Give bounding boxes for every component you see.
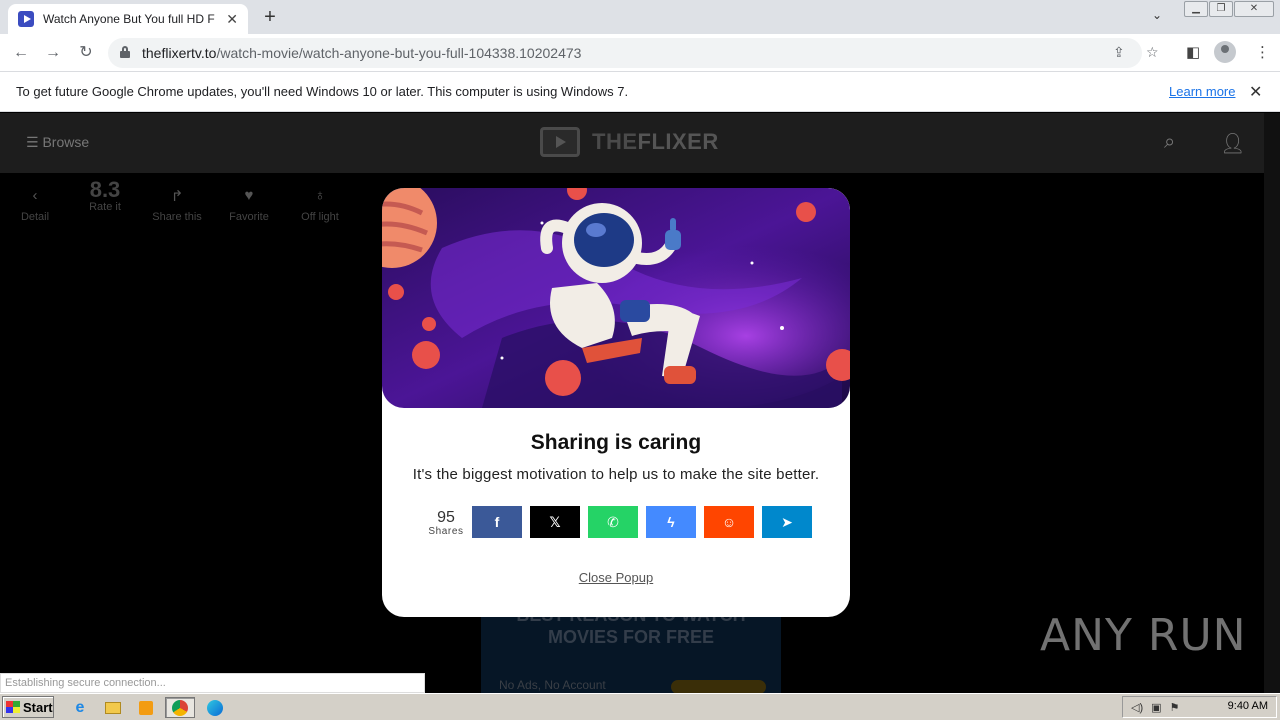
tab-search-chevron-icon[interactable]: ⌄ (1152, 8, 1162, 22)
rate-action[interactable]: 8.3 Rate it (70, 177, 140, 213)
browser-tab[interactable]: Watch Anyone But You full HD Free ✕ (8, 4, 248, 34)
taskbar-clock[interactable]: 9:40 AM (1228, 700, 1268, 712)
start-button[interactable]: Start (2, 696, 54, 718)
logo-tv-icon (540, 127, 580, 157)
telegram-share-button[interactable]: ➤ (762, 506, 812, 538)
new-tab-button[interactable]: + (258, 6, 282, 29)
popup-subtitle: It's the biggest motivation to help us t… (412, 466, 820, 483)
share-icon: ↱ (170, 188, 184, 205)
url-path: /watch-movie/watch-anyone-but-you-full-1… (216, 45, 582, 61)
minimize-button[interactable]: ▁ (1184, 1, 1208, 17)
side-panel-icon[interactable]: ◧ (1186, 43, 1200, 61)
address-bar[interactable]: theflixertv.to/watch-movie/watch-anyone-… (108, 38, 1159, 68)
astronaut-illustration (382, 188, 850, 408)
search-icon[interactable]: ⌕ (1164, 131, 1175, 154)
menu-dots-icon[interactable]: ⋮ (1255, 43, 1270, 61)
bookmark-star-icon[interactable]: ☆ (1146, 44, 1159, 61)
popup-title: Sharing is caring (530, 431, 702, 454)
site-header: ☰ Browse THEFLIXER ⌕ 👤︎ (0, 113, 1264, 173)
url-host: theflixertv.to (142, 45, 217, 61)
whatsapp-icon: ✆ (607, 513, 619, 530)
back-arrow-icon[interactable]: ← (10, 42, 32, 64)
facebook-icon: f (494, 514, 500, 530)
user-icon[interactable]: 👤︎ (1220, 131, 1245, 156)
chevron-left-icon: ‹ (32, 187, 38, 204)
browser-toolbar: ← → ↻ theflixertv.to/watch-movie/watch-a… (0, 34, 1280, 72)
share-action[interactable]: ↱ Share this (142, 187, 212, 223)
url-text: theflixertv.to/watch-movie/watch-anyone-… (142, 45, 581, 61)
share-counter: 95 Shares (426, 509, 466, 538)
lock-icon[interactable] (120, 46, 130, 58)
messenger-share-button[interactable]: ϟ (646, 506, 696, 538)
infobar-message: To get future Google Chrome updates, you… (16, 84, 629, 99)
chrome-taskbar-icon[interactable] (165, 697, 195, 718)
reload-icon[interactable]: ↻ (75, 42, 97, 64)
windows-taskbar: Start e ◁) ▣ ⚑ 9:40 AM (0, 693, 1280, 720)
status-bubble: Establishing secure connection... (0, 673, 425, 693)
network-icon[interactable]: ▣ (1151, 701, 1161, 714)
telegram-icon: ➤ (781, 513, 793, 530)
learn-more-link[interactable]: Learn more (1169, 84, 1235, 99)
off-light-action[interactable]: ♁ Off light (285, 187, 355, 223)
tab-strip: Watch Anyone But You full HD Free ✕ + ⌄ … (0, 0, 1280, 34)
reddit-share-button[interactable]: ☺ (704, 506, 754, 538)
anyrun-watermark: ANY RUN (1040, 610, 1247, 661)
ie-icon[interactable]: e (68, 697, 92, 718)
watermark-text: ANY RUN (1040, 610, 1247, 661)
rating-value: 8.3 (89, 177, 121, 202)
restore-button[interactable]: ❐ (1209, 1, 1233, 17)
promo-subtext: No Ads, No Account (499, 678, 606, 692)
start-label: Start (23, 699, 53, 715)
edge-icon[interactable] (203, 697, 227, 718)
browse-menu[interactable]: ☰ Browse (26, 134, 89, 151)
share-count-caption: Shares (428, 526, 464, 537)
reddit-icon: ☺ (721, 514, 737, 530)
browse-label: Browse (42, 134, 90, 150)
site-logo[interactable]: THEFLIXER (540, 127, 719, 157)
share-count-value: 95 (437, 509, 455, 526)
update-infobar: To get future Google Chrome updates, you… (0, 72, 1280, 112)
system-tray: ◁) ▣ ⚑ 9:40 AM (1122, 696, 1277, 718)
share-popup: Sharing is caring It's the biggest motiv… (382, 188, 850, 617)
forward-arrow-icon[interactable]: → (42, 42, 64, 64)
favorite-action[interactable]: ♥ Favorite (214, 187, 284, 223)
facebook-share-button[interactable]: f (472, 506, 522, 538)
page-scrollbar[interactable] (1264, 113, 1280, 693)
movie-actions-bar: ‹ Detail 8.3 Rate it ↱ Share this ♥ Favo… (0, 173, 380, 243)
promo-line-2: MOVIES FOR FREE (547, 627, 715, 647)
infobar-close-icon[interactable]: ✕ (1249, 82, 1262, 102)
messenger-icon: ϟ (667, 514, 675, 530)
detail-action[interactable]: ‹ Detail (0, 187, 70, 223)
x-icon: 𝕏 (549, 513, 561, 530)
windows-flag-icon (6, 701, 20, 713)
close-popup-link[interactable]: Close Popup (382, 570, 850, 585)
x-share-button[interactable]: 𝕏 (530, 506, 580, 538)
action-center-flag-icon[interactable]: ⚑ (1170, 701, 1180, 714)
media-player-icon[interactable] (134, 697, 158, 718)
window-close-button[interactable]: ✕ (1234, 1, 1274, 17)
heart-icon: ♥ (244, 187, 254, 204)
profile-avatar-icon[interactable] (1214, 41, 1236, 63)
site-favicon-icon (18, 11, 34, 27)
bulb-icon: ♁ (314, 187, 326, 204)
promo-button[interactable] (671, 680, 766, 693)
whatsapp-share-button[interactable]: ✆ (588, 506, 638, 538)
tab-close-icon[interactable]: ✕ (226, 11, 238, 28)
brand-bold: FLIXER (637, 129, 719, 154)
tab-title: Watch Anyone But You full HD Free (43, 12, 215, 26)
brand-light: THE (592, 129, 638, 154)
explorer-folder-icon[interactable] (101, 697, 125, 718)
share-page-icon[interactable]: ⇪ (1113, 44, 1125, 61)
volume-icon[interactable]: ◁) (1131, 701, 1143, 714)
